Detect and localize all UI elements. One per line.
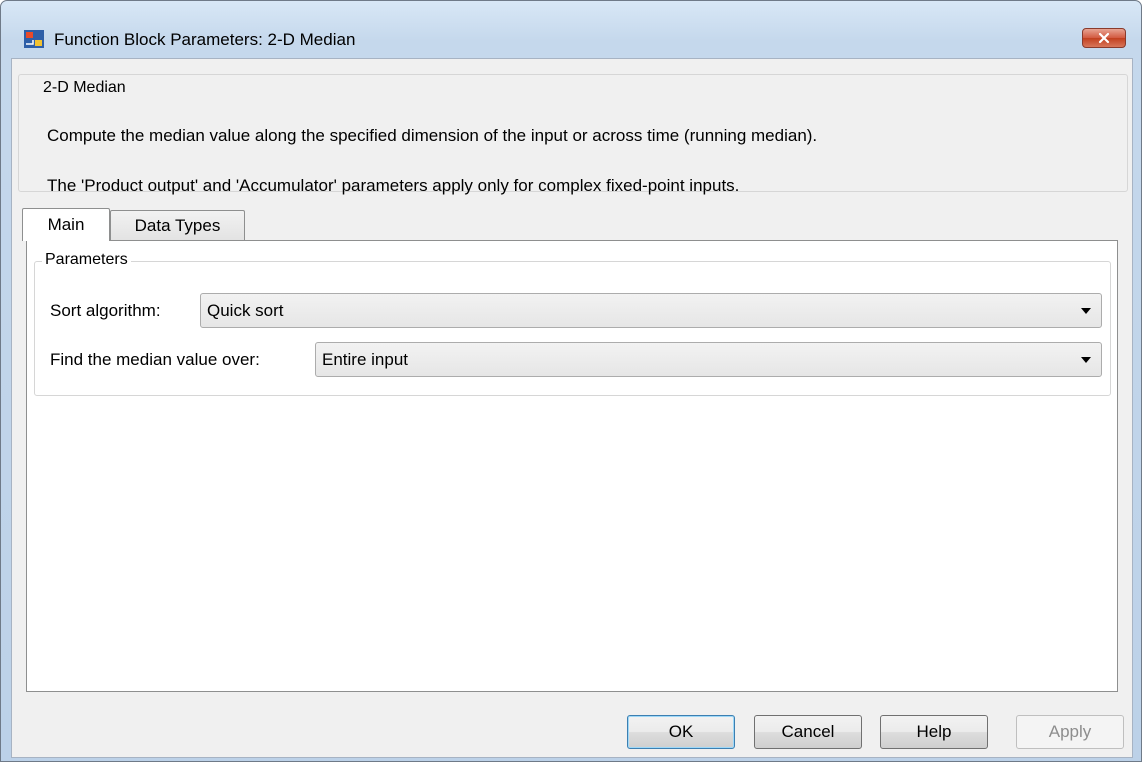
block-name-heading: 2-D Median xyxy=(39,79,130,97)
sort-algorithm-value: Quick sort xyxy=(207,301,284,320)
dialog-window: Function Block Parameters: 2-D Median 2-… xyxy=(0,0,1142,762)
close-icon xyxy=(1098,32,1110,44)
parameters-heading: Parameters xyxy=(42,251,131,269)
description-line-2: The 'Product output' and 'Accumulator' p… xyxy=(47,176,740,195)
chevron-down-icon xyxy=(1081,308,1091,314)
sort-algorithm-dropdown[interactable]: Quick sort xyxy=(200,293,1102,328)
block-description-group: 2-D Median Compute the median value alon… xyxy=(18,74,1128,195)
median-over-dropdown[interactable]: Entire input xyxy=(315,342,1102,377)
window-title: Function Block Parameters: 2-D Median xyxy=(54,30,356,49)
help-button[interactable]: Help xyxy=(880,715,988,749)
sort-algorithm-label: Sort algorithm: xyxy=(50,301,161,320)
dialog-client-area: 2-D Median Compute the median value alon… xyxy=(11,58,1133,758)
tab-main[interactable]: Main xyxy=(22,208,110,241)
close-button[interactable] xyxy=(1082,28,1126,48)
main-tab-panel: Parameters Sort algorithm: Quick sort Fi… xyxy=(26,240,1118,692)
chevron-down-icon xyxy=(1081,357,1091,363)
ok-button[interactable]: OK xyxy=(627,715,735,749)
apply-button[interactable]: Apply xyxy=(1016,715,1124,749)
cancel-button[interactable]: Cancel xyxy=(754,715,862,749)
simulink-block-icon xyxy=(24,30,44,48)
median-over-label: Find the median value over: xyxy=(50,350,260,369)
tab-data-types[interactable]: Data Types xyxy=(110,210,245,240)
description-line-1: Compute the median value along the speci… xyxy=(47,126,818,145)
median-over-value: Entire input xyxy=(322,350,408,369)
title-bar[interactable]: Function Block Parameters: 2-D Median xyxy=(1,1,1141,51)
